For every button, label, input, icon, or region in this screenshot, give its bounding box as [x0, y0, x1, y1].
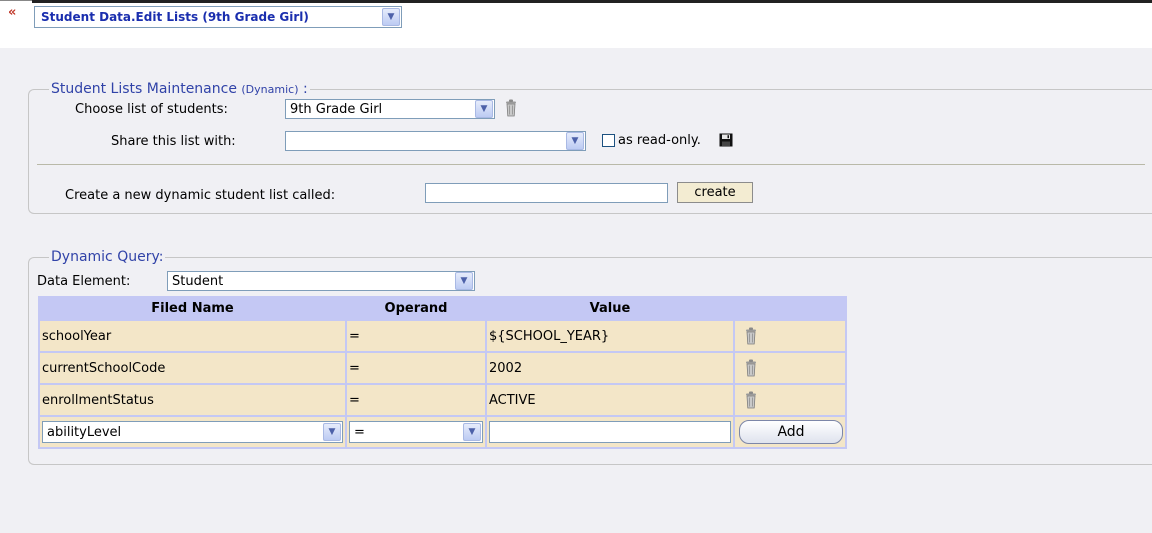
cell-value: 2002 — [487, 353, 733, 383]
top-border-dark — [32, 0, 1152, 3]
operand-select-value: = — [354, 424, 365, 440]
cell-field-name: enrollmentStatus — [40, 385, 345, 415]
table-row: enrollmentStatus = ACTIVE — [40, 385, 845, 415]
condition-value-input[interactable] — [489, 421, 731, 443]
page-selector-value: Student Data.Edit Lists (9th Grade Girl) — [41, 10, 309, 24]
cell-actions — [735, 353, 845, 383]
cell-value: ACTIVE — [487, 385, 733, 415]
operand-select[interactable]: = ▼ — [349, 421, 483, 443]
column-header-operand: Operand — [347, 298, 485, 319]
data-element-label: Data Element: — [37, 274, 131, 289]
section-legend-query: Dynamic Query: — [49, 249, 166, 265]
chevron-down-icon[interactable]: ▼ — [455, 272, 473, 290]
chevron-down-icon[interactable]: ▼ — [475, 100, 493, 118]
data-element-value: Student — [172, 273, 224, 289]
chevron-down-icon[interactable]: ▼ — [463, 423, 481, 441]
top-bar: « Student Data.Edit Lists (9th Grade Gir… — [0, 0, 1152, 48]
field-name-select-value: abilityLevel — [47, 424, 122, 440]
cell-field-name: schoolYear — [40, 321, 345, 351]
cell-field-name-edit: abilityLevel ▼ — [40, 417, 345, 447]
chevron-down-icon[interactable]: ▼ — [323, 423, 341, 441]
cell-value: ${SCHOOL_YEAR} — [487, 321, 733, 351]
query-table: Filed Name Operand Value schoolYear = ${… — [38, 296, 847, 449]
table-row: currentSchoolCode = 2002 — [40, 353, 845, 383]
cell-actions — [735, 385, 845, 415]
column-header-field-name: Filed Name — [40, 298, 345, 319]
share-list-label: Share this list with: — [111, 134, 236, 149]
cell-operand: = — [347, 385, 485, 415]
chevron-down-icon[interactable]: ▼ — [382, 8, 400, 26]
cell-actions — [735, 321, 845, 351]
cell-operand: = — [347, 321, 485, 351]
data-element-select[interactable]: Student ▼ — [167, 271, 475, 291]
read-only-checkbox[interactable] — [602, 134, 615, 147]
share-list-select[interactable]: ▼ — [285, 131, 586, 151]
cell-operand: = — [347, 353, 485, 383]
table-row: schoolYear = ${SCHOOL_YEAR} — [40, 321, 845, 351]
collapse-icon[interactable]: « — [8, 5, 16, 20]
column-header-value: Value — [487, 298, 733, 319]
cell-operand-edit: = ▼ — [347, 417, 485, 447]
create-button[interactable]: create — [677, 182, 753, 203]
table-header-row: Filed Name Operand Value — [40, 298, 845, 319]
trash-can-icon[interactable] — [745, 359, 757, 377]
section-legend-maintenance: Student Lists Maintenance (Dynamic) : — [49, 81, 310, 97]
floppy-disk-icon[interactable] — [719, 133, 733, 147]
new-condition-row: abilityLevel ▼ = ▼ Add — [40, 417, 845, 447]
new-list-name-input[interactable] — [425, 183, 668, 203]
page-selector[interactable]: Student Data.Edit Lists (9th Grade Girl)… — [34, 6, 402, 28]
create-list-label: Create a new dynamic student list called… — [65, 188, 336, 203]
cell-value-edit — [487, 417, 733, 447]
read-only-label: as read-only. — [618, 133, 701, 148]
choose-list-label: Choose list of students: — [75, 102, 228, 117]
trash-can-icon[interactable] — [745, 327, 757, 345]
cell-field-name: currentSchoolCode — [40, 353, 345, 383]
student-lists-maintenance-section: Student Lists Maintenance (Dynamic) : Ch… — [28, 81, 1152, 214]
column-header-actions — [735, 298, 845, 319]
cell-add: Add — [735, 417, 845, 447]
choose-list-value: 9th Grade Girl — [290, 101, 383, 117]
chevron-down-icon[interactable]: ▼ — [566, 132, 584, 150]
trash-can-icon[interactable] — [745, 391, 757, 409]
add-condition-button[interactable]: Add — [739, 420, 843, 444]
field-name-select[interactable]: abilityLevel ▼ — [42, 421, 343, 443]
trash-can-icon[interactable] — [505, 99, 517, 117]
choose-list-select[interactable]: 9th Grade Girl ▼ — [285, 99, 495, 119]
section-divider — [37, 164, 1145, 165]
